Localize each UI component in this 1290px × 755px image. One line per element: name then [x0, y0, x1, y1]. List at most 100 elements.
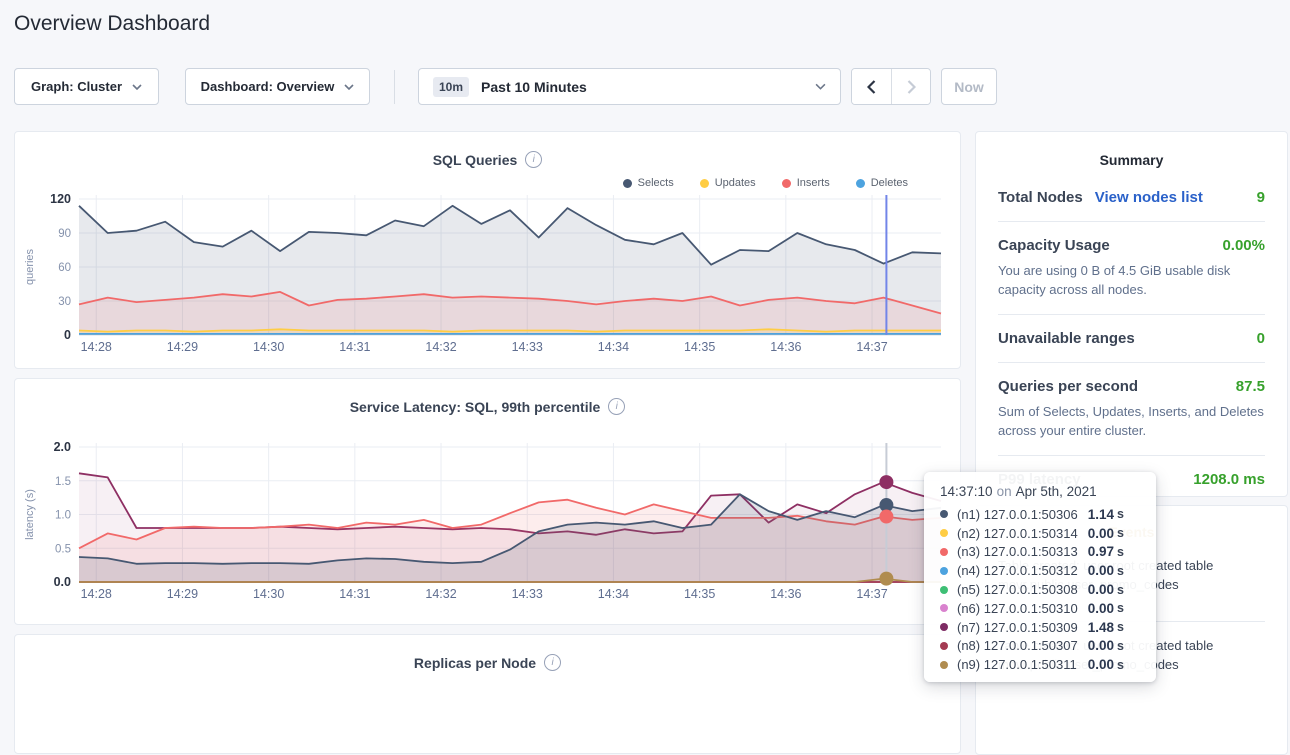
summary-value: 9: [1257, 189, 1265, 206]
svg-text:14:31: 14:31: [339, 587, 370, 601]
svg-text:14:35: 14:35: [684, 587, 715, 601]
time-next-button[interactable]: [891, 69, 930, 104]
svg-text:14:33: 14:33: [512, 587, 543, 601]
tooltip-node-unit: s: [1117, 564, 1124, 578]
graph-dropdown[interactable]: Graph: Cluster: [14, 68, 159, 105]
chevron-left-icon: [867, 80, 876, 94]
chevron-down-icon: [132, 84, 142, 90]
tooltip-node-address: (n1) 127.0.0.1:50306: [957, 507, 1078, 522]
tooltip-rows: (n1) 127.0.0.1:503061.14s(n2) 127.0.0.1:…: [940, 505, 1142, 674]
tooltip-node-address: (n7) 127.0.0.1:50309: [957, 620, 1078, 635]
svg-text:14:32: 14:32: [425, 587, 456, 601]
summary-sections: Total Nodes View nodes list 9 Capacity Usag…: [998, 174, 1265, 503]
page-title: Overview Dashboard: [14, 12, 210, 36]
view-nodes-link[interactable]: View nodes list: [1095, 189, 1203, 206]
svg-text:1.5: 1.5: [55, 476, 71, 488]
info-icon[interactable]: i: [544, 654, 561, 671]
summary-label: Capacity Usage: [998, 237, 1110, 254]
tooltip-row: (n2) 127.0.0.1:503140.00s: [940, 524, 1142, 543]
tooltip-node-address: (n8) 127.0.0.1:50307: [957, 638, 1078, 653]
summary-label: Total Nodes: [998, 189, 1083, 206]
node-color-dot-icon: [940, 642, 948, 650]
tooltip-node-unit: s: [1117, 526, 1124, 540]
toolbar-divider: [394, 70, 395, 104]
sql-queries-title: SQL Queries: [433, 152, 518, 168]
tooltip-node-address: (n5) 127.0.0.1:50308: [957, 582, 1078, 597]
svg-text:14:29: 14:29: [167, 340, 198, 354]
svg-text:14:30: 14:30: [253, 587, 284, 601]
sql-legend: Selects Updates Inserts Deletes: [623, 177, 908, 189]
legend-item-deletes[interactable]: Deletes: [856, 177, 908, 189]
latency-chart[interactable]: 14:2814:2914:3014:3114:3214:3314:3414:35…: [15, 441, 955, 607]
dashboard-dropdown[interactable]: Dashboard: Overview: [185, 68, 370, 105]
svg-text:14:31: 14:31: [339, 340, 370, 354]
chevron-down-icon: [815, 83, 826, 90]
tooltip-node-unit: s: [1117, 601, 1124, 615]
summary-description: Sum of Selects, Updates, Inserts, and De…: [998, 402, 1265, 440]
summary-section: Total Nodes View nodes list 9: [998, 174, 1265, 221]
node-color-dot-icon: [940, 623, 948, 631]
legend-label: Selects: [638, 177, 674, 189]
svg-text:14:36: 14:36: [770, 587, 801, 601]
summary-section: Queries per second87.5Sum of Selects, Up…: [998, 363, 1265, 455]
svg-text:14:35: 14:35: [684, 340, 715, 354]
summary-value: 1208.0 ms: [1193, 471, 1265, 488]
legend-item-inserts[interactable]: Inserts: [782, 177, 830, 189]
node-color-dot-icon: [940, 567, 948, 575]
summary-value: 0.00%: [1222, 237, 1265, 254]
latency-title: Service Latency: SQL, 99th percentile: [350, 399, 601, 415]
svg-text:14:37: 14:37: [856, 587, 887, 601]
time-step-buttons: [851, 68, 931, 105]
tooltip-time: 14:37:10: [940, 484, 993, 499]
tooltip-node-value: 1.48: [1088, 620, 1114, 635]
tooltip-node-unit: s: [1117, 639, 1124, 653]
svg-text:queries: queries: [24, 248, 36, 285]
tooltip-on-word: on: [997, 484, 1012, 499]
tooltip-node-value: 0.00: [1088, 526, 1114, 541]
svg-text:0.0: 0.0: [54, 575, 71, 589]
time-prev-button[interactable]: [852, 69, 891, 104]
chevron-down-icon: [344, 84, 354, 90]
time-range-label: Past 10 Minutes: [481, 79, 587, 95]
svg-text:14:28: 14:28: [81, 587, 112, 601]
tooltip-node-address: (n3) 127.0.0.1:50313: [957, 544, 1078, 559]
info-icon[interactable]: i: [608, 398, 625, 415]
legend-dot-icon: [623, 179, 632, 188]
now-button[interactable]: Now: [941, 68, 997, 105]
legend-label: Deletes: [871, 177, 908, 189]
tooltip-timestamp: 14:37:10onApr 5th, 2021: [940, 484, 1142, 499]
tooltip-row: (n6) 127.0.0.1:503100.00s: [940, 599, 1142, 618]
info-icon[interactable]: i: [525, 151, 542, 168]
svg-text:30: 30: [58, 296, 71, 308]
summary-title: Summary: [998, 132, 1265, 174]
tooltip-node-unit: s: [1117, 620, 1124, 634]
chart-hover-tooltip: 14:37:10onApr 5th, 2021 (n1) 127.0.0.1:5…: [924, 472, 1156, 682]
svg-text:14:28: 14:28: [81, 340, 112, 354]
tooltip-node-value: 1.14: [1088, 507, 1114, 522]
tooltip-row: (n1) 127.0.0.1:503061.14s: [940, 505, 1142, 524]
svg-text:14:33: 14:33: [512, 340, 543, 354]
tooltip-node-address: (n4) 127.0.0.1:50312: [957, 563, 1078, 578]
legend-item-updates[interactable]: Updates: [700, 177, 756, 189]
legend-item-selects[interactable]: Selects: [623, 177, 674, 189]
svg-text:0: 0: [64, 328, 71, 342]
tooltip-node-value: 0.97: [1088, 544, 1114, 559]
svg-text:0.5: 0.5: [55, 543, 71, 555]
summary-section: Unavailable ranges0: [998, 315, 1265, 362]
tooltip-node-unit: s: [1117, 545, 1124, 559]
tooltip-row: (n4) 127.0.0.1:503120.00s: [940, 561, 1142, 580]
graph-dropdown-label: Graph: Cluster: [31, 79, 122, 94]
svg-text:120: 120: [50, 193, 71, 206]
sql-queries-chart[interactable]: 14:2814:2914:3014:3114:3214:3314:3414:35…: [15, 193, 955, 361]
svg-text:14:37: 14:37: [856, 340, 887, 354]
replicas-title: Replicas per Node: [414, 655, 536, 671]
summary-label: Unavailable ranges: [998, 330, 1135, 347]
svg-text:90: 90: [58, 228, 71, 240]
legend-label: Inserts: [797, 177, 830, 189]
now-button-label: Now: [954, 79, 984, 95]
tooltip-row: (n5) 127.0.0.1:503080.00s: [940, 580, 1142, 599]
svg-text:14:30: 14:30: [253, 340, 284, 354]
time-range-selector[interactable]: 10m Past 10 Minutes: [418, 68, 841, 105]
sql-queries-panel: SQL Queries i Selects Updates Inserts Delet…: [14, 131, 961, 369]
tooltip-node-value: 0.00: [1088, 638, 1114, 653]
